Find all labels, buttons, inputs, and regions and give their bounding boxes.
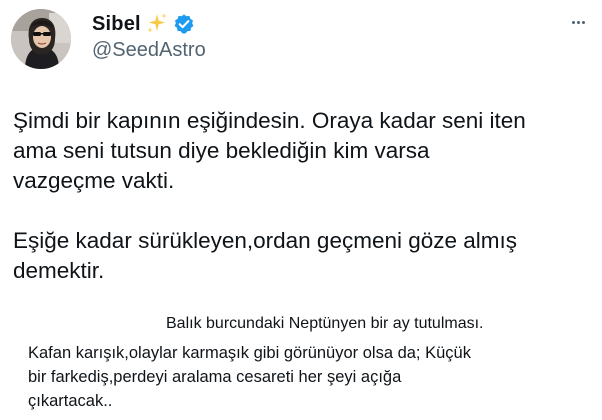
more-horizontal-icon: [571, 20, 575, 24]
profile-photo-icon: [11, 9, 71, 69]
caption-line: bir farkediş,perdeyi aralama cesareti he…: [28, 368, 402, 386]
tweet-text-line: ama seni tutsun diye beklediğin kim vars…: [13, 138, 430, 163]
more-horizontal-icon: [576, 20, 580, 24]
tweet-text-line: Eşiğe kadar sürükleyen,ordan geçmeni göz…: [13, 228, 518, 253]
avatar[interactable]: [11, 9, 71, 69]
sparkles-icon: [145, 12, 169, 36]
verified-badge-icon[interactable]: [173, 13, 195, 35]
tweet-text: Şimdi bir kapının eşiğindesin. Oraya kad…: [13, 106, 598, 286]
caption-line: çıkartacak..: [28, 392, 113, 410]
tweet-card: Sibel @SeedAstro Şimdi bir kapının eşiği…: [0, 0, 602, 420]
display-name-row: Sibel: [92, 11, 195, 37]
more-horizontal-icon: [581, 20, 585, 24]
tweet-text-line: Şimdi bir kapının eşiğindesin. Oraya kad…: [13, 108, 526, 133]
caption-body: Kafan karışık,olaylar karmaşık gibi görü…: [28, 341, 471, 413]
handle[interactable]: @SeedAstro: [92, 39, 206, 62]
caption-heading: Balık burcundaki Neptünyen bir ay tutulm…: [166, 315, 484, 332]
more-options-button[interactable]: [564, 10, 592, 34]
tweet-text-line: demektir.: [13, 258, 105, 283]
tweet-text-line: vazgeçme vakti.: [13, 168, 175, 193]
display-name[interactable]: Sibel: [92, 13, 141, 36]
caption-line: Kafan karışık,olaylar karmaşık gibi görü…: [28, 344, 471, 362]
